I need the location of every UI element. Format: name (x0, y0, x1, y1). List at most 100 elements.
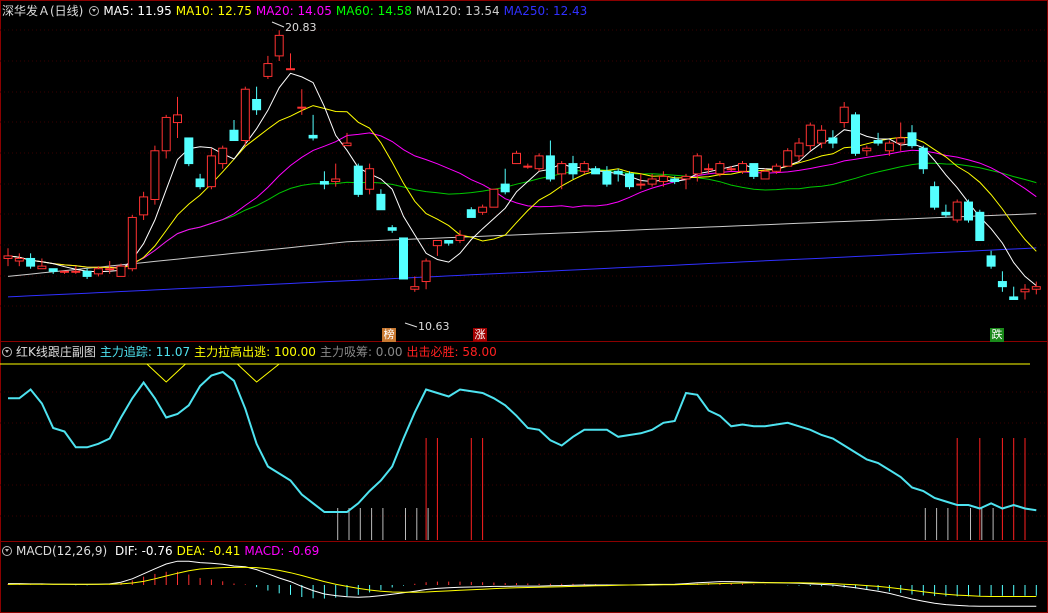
candle (218, 147, 228, 165)
candle (579, 163, 589, 172)
candle (873, 140, 883, 144)
candle (613, 170, 623, 175)
candle (907, 132, 917, 147)
candle (715, 163, 725, 175)
candle (941, 211, 951, 216)
legend-item: 主力追踪: 11.07 (99, 345, 191, 359)
signal-badge: 榜 (382, 328, 396, 342)
candle (184, 137, 194, 165)
candle (918, 147, 928, 170)
candle (749, 163, 759, 177)
candle (534, 155, 544, 170)
candle (376, 193, 386, 211)
candle (82, 270, 92, 277)
candle (964, 201, 973, 221)
candle (771, 165, 781, 172)
dif-line (8, 560, 1037, 607)
candle (206, 155, 216, 188)
candle (760, 170, 770, 180)
candle (862, 147, 872, 152)
candle (839, 106, 849, 124)
candle (432, 240, 442, 247)
candle (1009, 296, 1019, 300)
candle (48, 268, 58, 272)
legend-item: DIF: -0.76 (114, 544, 173, 558)
candle (116, 265, 126, 277)
candle (37, 265, 47, 270)
ma5-line (7, 72, 1037, 286)
candle (252, 98, 262, 111)
candle (568, 163, 578, 175)
chart-canvas[interactable] (0, 0, 1048, 613)
candle (240, 88, 250, 142)
main-panel-header: 深华发Ａ(日线) MA5: 11.95 MA10: 12.75 MA20: 14.05… (2, 3, 595, 19)
candle (704, 168, 714, 171)
legend-item: 主力吸筹: 0.00 (319, 345, 403, 359)
low-pointer (404, 322, 418, 328)
candle (625, 173, 634, 188)
candle (105, 268, 115, 271)
legend-item: MACD: -0.69 (244, 544, 320, 558)
legend-item: MA5: 11.95 (103, 4, 172, 18)
candle (421, 260, 431, 283)
candle (127, 216, 137, 270)
candle (286, 68, 295, 71)
candle (478, 206, 488, 213)
indicator-legend: 主力追踪: 11.07 主力拉高出逃: 100.00 主力吸筹: 0.00 出击必胜:… (100, 345, 501, 359)
candle (365, 168, 375, 190)
candle (1031, 286, 1041, 290)
candle (466, 209, 476, 218)
legend-item: 出击必胜: 58.00 (406, 345, 497, 359)
candle (263, 63, 273, 77)
candle (523, 165, 533, 168)
high-price-label: 20.83 (285, 21, 317, 34)
candle (512, 152, 521, 165)
macd-title: MACD(12,26,9) (16, 544, 108, 558)
candle (93, 268, 103, 275)
signal-badge: 涨 (473, 328, 487, 342)
candle (229, 129, 239, 142)
candle (692, 155, 702, 175)
candle (681, 175, 691, 180)
legend-item: MA250: 12.43 (503, 4, 588, 18)
candle (3, 255, 13, 259)
candle (71, 270, 81, 273)
candle (636, 183, 646, 186)
candle (342, 142, 352, 147)
dropdown-circle-icon[interactable] (89, 6, 100, 16)
macd-panel-header: MACD(12,26,9) DIF: -0.76 DEA: -0.41 MACD: … (2, 543, 327, 559)
dropdown-circle-icon[interactable] (2, 347, 12, 357)
signal-badge: 跌 (990, 328, 1004, 342)
candle (444, 240, 454, 244)
candle (557, 163, 567, 175)
candle (297, 106, 307, 109)
high-pointer (271, 21, 285, 28)
indicator-title: 红K线跟庄副图 (16, 345, 96, 359)
candle (828, 137, 838, 144)
candle (14, 257, 24, 262)
candle (738, 163, 747, 172)
candle (331, 178, 341, 183)
chase-line (8, 370, 1037, 513)
indicator-panel-header: 红K线跟庄副图 主力追踪: 11.07 主力拉高出逃: 100.00 主力吸筹: 0.… (2, 344, 505, 360)
candle (896, 137, 906, 144)
candle (173, 114, 182, 124)
candle (884, 142, 894, 152)
candle (399, 237, 408, 280)
ma250-line (7, 247, 1037, 298)
legend-item: MA20: 14.05 (255, 4, 332, 18)
candle (817, 129, 827, 144)
dropdown-circle-icon[interactable] (2, 546, 12, 556)
pull-high-spike (236, 363, 280, 383)
ma-legend: MA5: 11.95 MA10: 12.75 MA20: 14.05 MA60: 14… (103, 4, 591, 18)
candle (670, 178, 680, 183)
ma60-line (7, 162, 1037, 268)
candle (26, 257, 36, 267)
legend-item: MA10: 12.75 (175, 4, 252, 18)
candle (195, 178, 205, 188)
candle (139, 196, 149, 216)
candle (591, 168, 601, 175)
candle (602, 170, 612, 185)
legend-item: 主力拉高出逃: 100.00 (194, 345, 316, 359)
candle (410, 286, 420, 290)
